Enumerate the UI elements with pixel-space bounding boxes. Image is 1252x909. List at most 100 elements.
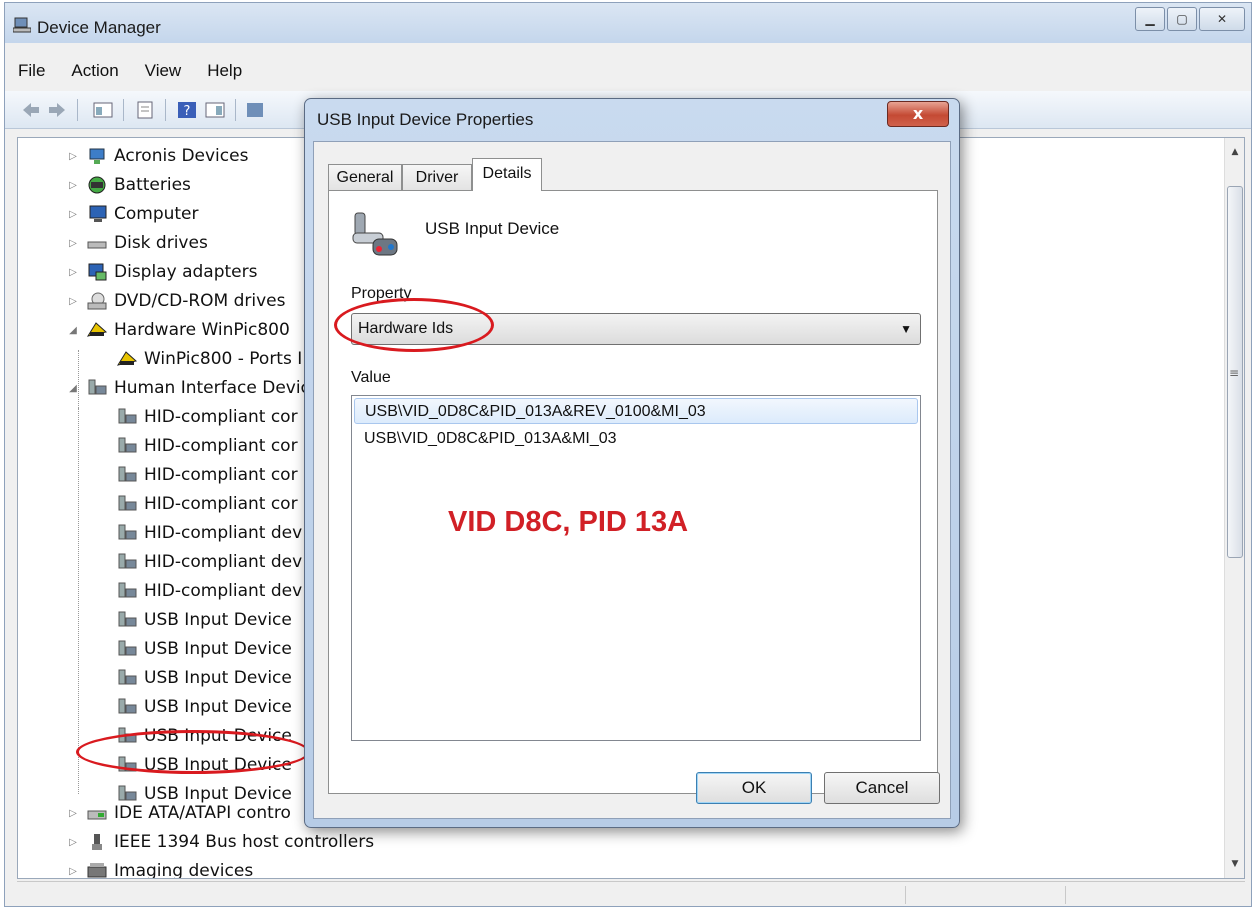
menu-action[interactable]: Action [58, 55, 131, 87]
hid-icon [116, 668, 138, 688]
close-icon: ✕ [1216, 12, 1228, 26]
ok-button[interactable]: OK [696, 772, 812, 804]
cancel-button[interactable]: Cancel [824, 772, 940, 804]
hid-icon [116, 436, 138, 456]
vertical-scrollbar[interactable]: ▲ ≡ ▼ [1224, 138, 1244, 878]
tree-item[interactable]: USB Input Device [116, 606, 292, 634]
tree-item[interactable]: HID-compliant cor [116, 461, 298, 489]
tree-item[interactable]: ◢ Hardware WinPic800 [66, 316, 290, 344]
tree-item[interactable]: USB Input Device [116, 635, 292, 663]
device-manager-icon [13, 17, 31, 33]
list-item[interactable]: USB\VID_0D8C&PID_013A&REV_0100&MI_03 [354, 398, 918, 424]
hid-icon [86, 378, 108, 398]
expand-arrow-icon[interactable]: ▷ [66, 296, 80, 307]
tab-driver[interactable]: Driver [402, 164, 472, 190]
window-title: Device Manager [37, 18, 161, 37]
menu-view[interactable]: View [132, 55, 195, 87]
tree-item[interactable]: ▷ Imaging devices [66, 857, 253, 878]
dvd-icon [86, 291, 108, 311]
hid-icon [116, 523, 138, 543]
back-arrow-icon[interactable] [21, 101, 41, 119]
tree-item[interactable]: ◢ Human Interface Devic [66, 374, 310, 402]
network-icon [86, 146, 108, 166]
tree-item[interactable]: USB Input Device [116, 693, 292, 721]
tree-item[interactable]: HID-compliant cor [116, 432, 298, 460]
expand-arrow-icon[interactable]: ▷ [66, 866, 80, 877]
expand-arrow-icon[interactable]: ▷ [66, 808, 80, 819]
tree-item[interactable]: USB Input Device [116, 664, 292, 692]
close-window-button[interactable]: ✕ [1199, 7, 1245, 31]
imaging-icon [86, 861, 108, 878]
tree-item[interactable]: WinPic800 - Ports I [116, 345, 302, 373]
hid-icon [116, 755, 138, 775]
value-list: USB\VID_0D8C&PID_013A&REV_0100&MI_03 USB… [351, 395, 921, 741]
hid-icon [116, 552, 138, 572]
tree-item[interactable]: USB Input Device [116, 722, 292, 750]
forward-arrow-icon[interactable] [47, 101, 67, 119]
hid-icon [116, 407, 138, 427]
tab-general[interactable]: General [328, 164, 402, 190]
hid-icon [116, 610, 138, 630]
status-divider [905, 886, 906, 904]
help-icon[interactable]: ? [177, 101, 197, 119]
toolbar-separator [77, 99, 78, 121]
tree-item[interactable]: HID-compliant dev [116, 577, 302, 605]
toolbar-separator [123, 99, 124, 121]
expand-arrow-icon[interactable]: ▷ [66, 180, 80, 191]
tab-details[interactable]: Details [472, 158, 542, 191]
tree-item[interactable]: ▷ Acronis Devices [66, 142, 248, 170]
expand-arrow-icon[interactable]: ▷ [66, 151, 80, 162]
tree-item[interactable]: HID-compliant cor [116, 490, 298, 518]
tree-item[interactable]: HID-compliant cor [116, 403, 298, 431]
page-icon[interactable] [135, 101, 155, 119]
tree-item[interactable]: HID-compliant dev [116, 519, 302, 547]
annotation-text: VID D8C, PID 13A [448, 506, 689, 538]
hid-icon [116, 465, 138, 485]
scan-hardware-icon[interactable] [245, 101, 265, 119]
view-icon[interactable] [205, 101, 225, 119]
tree-item[interactable]: ▷ IEEE 1394 Bus host controllers [66, 828, 374, 856]
tree-item[interactable]: ▷ Display adapters [66, 258, 257, 286]
tree-item[interactable]: ▷ Disk drives [66, 229, 208, 257]
menu-help[interactable]: Help [194, 55, 255, 87]
tree-item[interactable]: HID-compliant dev [116, 548, 302, 576]
property-label: Property [351, 285, 412, 302]
tree-line [78, 408, 79, 794]
scroll-up-icon[interactable]: ▲ [1225, 142, 1244, 162]
ide-icon [86, 803, 108, 823]
scroll-down-icon[interactable]: ▼ [1225, 854, 1244, 874]
toolbar-separator [165, 99, 166, 121]
computer-icon [86, 204, 108, 224]
hid-icon [116, 581, 138, 601]
tree-item[interactable]: ▷ Batteries [66, 171, 191, 199]
maximize-icon: ▢ [1176, 12, 1188, 26]
collapse-arrow-icon[interactable]: ◢ [66, 325, 80, 336]
tree-item[interactable]: ▷ DVD/CD-ROM drives [66, 287, 285, 315]
tree-item[interactable]: ▷ IDE ATA/ATAPI contro [66, 799, 291, 827]
expand-arrow-icon[interactable]: ▷ [66, 837, 80, 848]
tree-item[interactable]: USB Input Device [116, 751, 292, 779]
maximize-button[interactable]: ▢ [1167, 7, 1197, 31]
menu-file[interactable]: File [5, 55, 58, 87]
minimize-button[interactable]: ▁ [1135, 7, 1165, 31]
dialog-title: USB Input Device Properties [317, 110, 534, 129]
properties-grid-icon[interactable] [93, 101, 113, 119]
expand-arrow-icon[interactable]: ▷ [66, 267, 80, 278]
expand-arrow-icon[interactable]: ▷ [66, 209, 80, 220]
status-bar [17, 881, 1245, 907]
title-bar: Device Manager ▁ ▢ ✕ [5, 3, 1251, 43]
device-name: USB Input Device [425, 219, 560, 238]
expand-arrow-icon[interactable]: ▷ [66, 238, 80, 249]
battery-icon [86, 175, 108, 195]
hid-icon [116, 726, 138, 746]
collapse-arrow-icon[interactable]: ◢ [66, 383, 80, 394]
list-item[interactable]: USB\VID_0D8C&PID_013A&MI_03 [354, 426, 918, 452]
properties-dialog: USB Input Device Properties x General Dr… [304, 98, 960, 828]
status-divider [1065, 886, 1066, 904]
hid-icon [116, 697, 138, 717]
menu-bar: File Action View Help [5, 55, 1251, 87]
toolbar-separator [235, 99, 236, 121]
tree-item[interactable]: ▷ Computer [66, 200, 198, 228]
dialog-close-button[interactable]: x [887, 101, 949, 127]
property-dropdown[interactable]: Hardware Ids ▼ [351, 313, 921, 345]
